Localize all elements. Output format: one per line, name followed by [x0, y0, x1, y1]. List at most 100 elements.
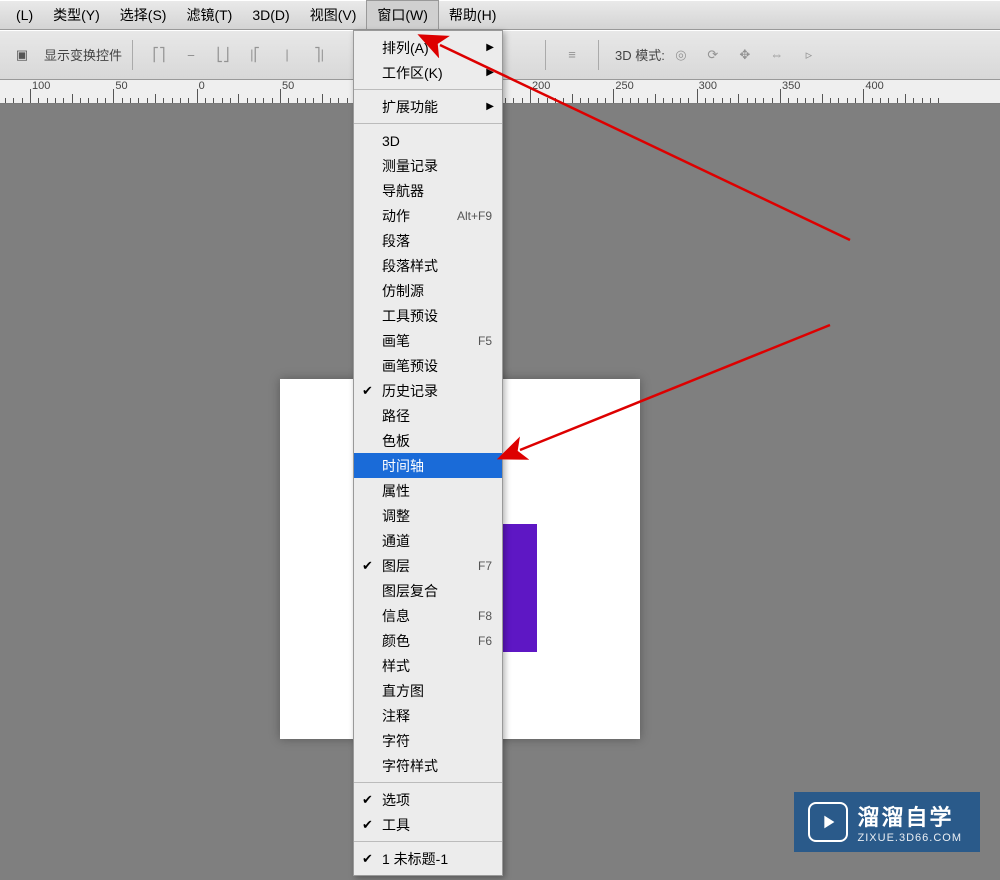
menu-item[interactable]: ✔图层F7: [354, 553, 502, 578]
3d-roll-icon[interactable]: ⟳: [699, 41, 727, 69]
menu-item[interactable]: 路径: [354, 403, 502, 428]
menu-item-label: 通道: [382, 531, 492, 551]
autoselect-icon[interactable]: ▣: [8, 41, 36, 69]
menu-item[interactable]: 样式: [354, 653, 502, 678]
menu-item[interactable]: 通道: [354, 528, 502, 553]
menu-item[interactable]: 色板: [354, 428, 502, 453]
menu-item[interactable]: 视图(V): [300, 1, 367, 29]
menu-item[interactable]: 画笔F5: [354, 328, 502, 353]
show-transform-label[interactable]: 显示变换控件: [44, 45, 122, 64]
menu-item-label: 画笔预设: [382, 356, 492, 376]
menu-item[interactable]: 滤镜(T): [176, 1, 242, 29]
submenu-arrow-icon: ▶: [486, 101, 494, 112]
align-left-icon[interactable]: |⎡: [241, 41, 269, 69]
menu-item-label: 动作: [382, 206, 457, 226]
menubar: (L)类型(Y)选择(S)滤镜(T)3D(D)视图(V)窗口(W)帮助(H): [0, 0, 1000, 30]
menu-item-label: 信息: [382, 606, 478, 626]
check-icon: ✔: [362, 558, 373, 574]
watermark-url: ZIXUE.3D66.COM: [858, 832, 962, 844]
menu-item[interactable]: 类型(Y): [43, 1, 110, 29]
check-icon: ✔: [362, 792, 373, 808]
menu-item[interactable]: 选择(S): [110, 1, 177, 29]
align-right-icon[interactable]: ⎤|: [305, 41, 333, 69]
menu-item-label: 色板: [382, 431, 492, 451]
menu-item[interactable]: ✔ 工具: [354, 812, 502, 837]
menu-item-label: 段落样式: [382, 256, 492, 276]
menu-item[interactable]: ✔ 历史记录: [354, 378, 502, 403]
menu-item[interactable]: 仿制源: [354, 278, 502, 303]
menu-item[interactable]: 调整: [354, 503, 502, 528]
menu-item[interactable]: 时间轴: [354, 453, 502, 478]
align-vcenter-icon[interactable]: ⎯: [177, 41, 205, 69]
ruler-label: 50: [115, 80, 127, 92]
menu-item-label: 工作区(K): [382, 63, 492, 83]
ruler-label: 350: [782, 80, 800, 92]
menu-item[interactable]: 排列(A)▶: [354, 35, 502, 60]
watermark-title: 溜溜自学: [858, 800, 962, 832]
menu-item-label: 画笔: [382, 331, 478, 351]
distribute-icon[interactable]: ≡: [558, 41, 586, 69]
menu-item-label: 注释: [382, 706, 492, 726]
align-top-icon[interactable]: ⎡⎤: [145, 41, 173, 69]
ruler-label: 50: [282, 80, 294, 92]
menu-item[interactable]: 3D(D): [242, 3, 299, 27]
menu-item-label: 时间轴: [382, 456, 492, 476]
menu-item[interactable]: ✔ 选项: [354, 787, 502, 812]
3d-pan-icon[interactable]: ✥: [731, 41, 759, 69]
menu-item[interactable]: 导航器: [354, 178, 502, 203]
menu-item-label: 工具: [382, 815, 492, 835]
shortcut-label: F6: [478, 634, 492, 648]
3d-orbit-icon[interactable]: ◎: [667, 41, 695, 69]
menu-item-label: 调整: [382, 506, 492, 526]
menu-item[interactable]: 扩展功能▶: [354, 94, 502, 119]
menu-item[interactable]: 窗口(W): [366, 0, 439, 29]
3d-mode-label: 3D 模式:: [615, 45, 665, 64]
menu-item[interactable]: 字符样式: [354, 753, 502, 778]
menu-item-label: 图层复合: [382, 581, 492, 601]
menu-item-label: 测量记录: [382, 156, 492, 176]
submenu-arrow-icon: ▶: [486, 42, 494, 53]
menu-item[interactable]: 信息F8: [354, 603, 502, 628]
check-icon: ✔: [362, 817, 373, 833]
menu-item[interactable]: 动作Alt+F9: [354, 203, 502, 228]
menu-item[interactable]: 属性: [354, 478, 502, 503]
menu-item[interactable]: 图层复合: [354, 578, 502, 603]
menu-item-label: 导航器: [382, 181, 492, 201]
menu-item[interactable]: ✔1 未标题-1: [354, 846, 502, 871]
menu-item-label: 样式: [382, 656, 492, 676]
check-icon: ✔: [362, 383, 373, 399]
shortcut-label: F5: [478, 334, 492, 348]
menu-item-label: 仿制源: [382, 281, 492, 301]
3d-slide-icon[interactable]: ⇔: [763, 41, 791, 69]
menu-item-label: 直方图: [382, 681, 492, 701]
menu-item[interactable]: 工作区(K)▶: [354, 60, 502, 85]
ruler-label: 300: [699, 80, 717, 92]
menu-item[interactable]: 直方图: [354, 678, 502, 703]
shortcut-label: F8: [478, 609, 492, 623]
menu-item[interactable]: 3D: [354, 128, 502, 153]
3d-zoom-icon[interactable]: ▹: [795, 41, 823, 69]
menu-item-label: 字符: [382, 731, 492, 751]
menu-item[interactable]: 画笔预设: [354, 353, 502, 378]
watermark: 溜溜自学 ZIXUE.3D66.COM: [794, 792, 980, 852]
menu-item[interactable]: 帮助(H): [439, 1, 506, 29]
menu-item[interactable]: 段落: [354, 228, 502, 253]
menu-item-label: 选项: [382, 790, 492, 810]
align-hcenter-icon[interactable]: |: [273, 41, 301, 69]
menu-item[interactable]: 测量记录: [354, 153, 502, 178]
menu-item-label: 1 未标题-1: [382, 849, 492, 869]
align-bottom-icon[interactable]: ⎣⎦: [209, 41, 237, 69]
menu-item-label: 段落: [382, 231, 492, 251]
menu-item[interactable]: 颜色F6: [354, 628, 502, 653]
menu-item[interactable]: 字符: [354, 728, 502, 753]
menu-item-label: 属性: [382, 481, 492, 501]
menu-item[interactable]: (L): [6, 3, 43, 27]
menu-item[interactable]: 注释: [354, 703, 502, 728]
menu-item[interactable]: 段落样式: [354, 253, 502, 278]
divider: [598, 40, 599, 70]
menu-item-label: 历史记录: [382, 381, 492, 401]
menu-item-label: 3D: [382, 133, 492, 149]
menu-item-label: 排列(A): [382, 38, 492, 58]
window-menu-dropdown: 排列(A)▶工作区(K)▶扩展功能▶3D测量记录导航器动作Alt+F9段落段落样…: [353, 30, 503, 876]
menu-item[interactable]: 工具预设: [354, 303, 502, 328]
